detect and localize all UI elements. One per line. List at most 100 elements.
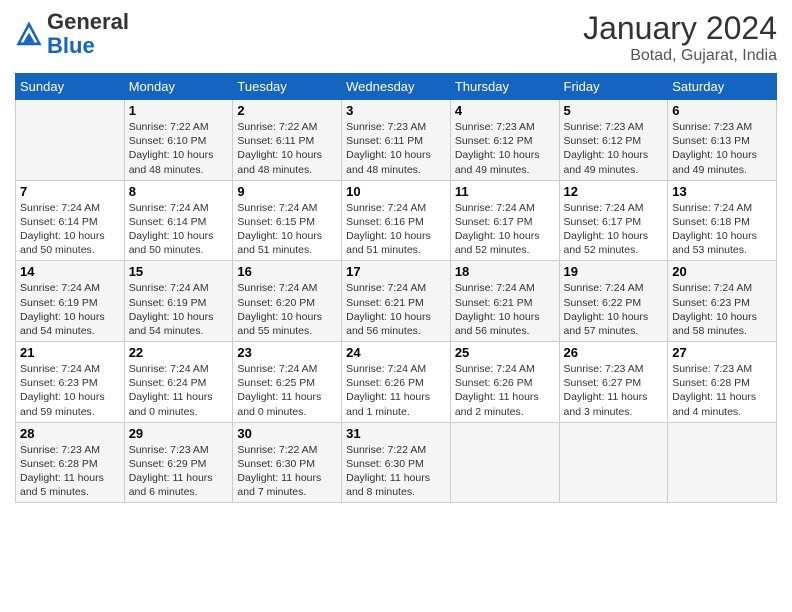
week-row-1: 1 Sunrise: 7:22 AMSunset: 6:10 PMDaylight… xyxy=(16,100,777,181)
day-info: Sunrise: 7:24 AMSunset: 6:14 PMDaylight:… xyxy=(129,201,229,258)
day-cell: 9Sunrise: 7:24 AMSunset: 6:15 PMDaylight… xyxy=(233,180,342,261)
day-info: Sunrise: 7:24 AMSunset: 6:14 PMDaylight:… xyxy=(20,201,120,258)
day-info: Sunrise: 7:24 AMSunset: 6:23 PMDaylight:… xyxy=(672,281,772,338)
day-info: Sunrise: 7:22 AMSunset: 6:30 PMDaylight:… xyxy=(346,443,446,500)
day-cell: 3 Sunrise: 7:23 AMSunset: 6:11 PMDaylight… xyxy=(342,100,451,181)
day-number: 5 xyxy=(564,103,664,118)
logo-text: General Blue xyxy=(47,10,129,58)
day-info: Sunrise: 7:24 AMSunset: 6:22 PMDaylight:… xyxy=(564,281,664,338)
day-number: 7 xyxy=(20,184,120,199)
page: General Blue January 2024 Botad, Gujarat… xyxy=(0,0,792,513)
day-cell: 6 Sunrise: 7:23 AMSunset: 6:13 PMDaylight… xyxy=(668,100,777,181)
day-info: Sunrise: 7:24 AMSunset: 6:25 PMDaylight:… xyxy=(237,362,337,419)
day-info: Sunrise: 7:22 AMSunset: 6:10 PMDaylight:… xyxy=(129,120,229,177)
day-cell: 17Sunrise: 7:24 AMSunset: 6:21 PMDayligh… xyxy=(342,261,451,342)
day-cell: 14 Sunrise: 7:24 AMSunset: 6:19 PMDayligh… xyxy=(16,261,125,342)
day-info: Sunrise: 7:24 AMSunset: 6:21 PMDaylight:… xyxy=(455,281,555,338)
day-cell: 19 Sunrise: 7:24 AMSunset: 6:22 PMDayligh… xyxy=(559,261,668,342)
day-number: 1 xyxy=(129,103,229,118)
day-number: 28 xyxy=(20,426,120,441)
day-info: Sunrise: 7:23 AMSunset: 6:29 PMDaylight:… xyxy=(129,443,229,500)
day-info: Sunrise: 7:23 AMSunset: 6:13 PMDaylight:… xyxy=(672,120,772,177)
day-number: 31 xyxy=(346,426,446,441)
day-number: 20 xyxy=(672,264,772,279)
day-cell: 1 Sunrise: 7:22 AMSunset: 6:10 PMDaylight… xyxy=(124,100,233,181)
title-block: January 2024 Botad, Gujarat, India xyxy=(583,10,777,65)
day-number: 26 xyxy=(564,345,664,360)
col-header-thursday: Thursday xyxy=(450,74,559,100)
day-number: 12 xyxy=(564,184,664,199)
day-info: Sunrise: 7:24 AMSunset: 6:19 PMDaylight:… xyxy=(129,281,229,338)
week-row-5: 28Sunrise: 7:23 AMSunset: 6:28 PMDayligh… xyxy=(16,422,777,503)
day-number: 29 xyxy=(129,426,229,441)
day-info: Sunrise: 7:23 AMSunset: 6:28 PMDaylight:… xyxy=(672,362,772,419)
day-info: Sunrise: 7:23 AMSunset: 6:11 PMDaylight:… xyxy=(346,120,446,177)
header: General Blue January 2024 Botad, Gujarat… xyxy=(15,10,777,65)
day-cell: 30Sunrise: 7:22 AMSunset: 6:30 PMDayligh… xyxy=(233,422,342,503)
day-cell: 26 Sunrise: 7:23 AMSunset: 6:27 PMDayligh… xyxy=(559,342,668,423)
day-cell: 8 Sunrise: 7:24 AMSunset: 6:14 PMDaylight… xyxy=(124,180,233,261)
day-info: Sunrise: 7:23 AMSunset: 6:12 PMDaylight:… xyxy=(455,120,555,177)
col-header-saturday: Saturday xyxy=(668,74,777,100)
location: Botad, Gujarat, India xyxy=(583,47,777,65)
calendar: SundayMondayTuesdayWednesdayThursdayFrid… xyxy=(15,73,777,503)
day-number: 3 xyxy=(346,103,446,118)
day-cell: 13Sunrise: 7:24 AMSunset: 6:18 PMDayligh… xyxy=(668,180,777,261)
day-number: 27 xyxy=(672,345,772,360)
day-number: 15 xyxy=(129,264,229,279)
day-number: 14 xyxy=(20,264,120,279)
day-cell: 25Sunrise: 7:24 AMSunset: 6:26 PMDayligh… xyxy=(450,342,559,423)
day-info: Sunrise: 7:24 AMSunset: 6:26 PMDaylight:… xyxy=(346,362,446,419)
day-number: 9 xyxy=(237,184,337,199)
day-cell: 24 Sunrise: 7:24 AMSunset: 6:26 PMDayligh… xyxy=(342,342,451,423)
day-cell: 23 Sunrise: 7:24 AMSunset: 6:25 PMDayligh… xyxy=(233,342,342,423)
day-number: 10 xyxy=(346,184,446,199)
day-cell xyxy=(450,422,559,503)
day-number: 18 xyxy=(455,264,555,279)
day-info: Sunrise: 7:22 AMSunset: 6:30 PMDaylight:… xyxy=(237,443,337,500)
day-info: Sunrise: 7:24 AMSunset: 6:24 PMDaylight:… xyxy=(129,362,229,419)
day-number: 11 xyxy=(455,184,555,199)
day-number: 21 xyxy=(20,345,120,360)
logo-icon xyxy=(15,20,43,48)
day-cell: 28Sunrise: 7:23 AMSunset: 6:28 PMDayligh… xyxy=(16,422,125,503)
day-cell: 16 Sunrise: 7:24 AMSunset: 6:20 PMDayligh… xyxy=(233,261,342,342)
day-cell: 27 Sunrise: 7:23 AMSunset: 6:28 PMDayligh… xyxy=(668,342,777,423)
header-row: SundayMondayTuesdayWednesdayThursdayFrid… xyxy=(16,74,777,100)
day-cell: 22Sunrise: 7:24 AMSunset: 6:24 PMDayligh… xyxy=(124,342,233,423)
day-info: Sunrise: 7:23 AMSunset: 6:12 PMDaylight:… xyxy=(564,120,664,177)
day-cell: 11 Sunrise: 7:24 AMSunset: 6:17 PMDayligh… xyxy=(450,180,559,261)
day-info: Sunrise: 7:24 AMSunset: 6:16 PMDaylight:… xyxy=(346,201,446,258)
calendar-header: SundayMondayTuesdayWednesdayThursdayFrid… xyxy=(16,74,777,100)
calendar-body: 1 Sunrise: 7:22 AMSunset: 6:10 PMDaylight… xyxy=(16,100,777,503)
day-cell xyxy=(559,422,668,503)
day-number: 6 xyxy=(672,103,772,118)
day-cell: 29 Sunrise: 7:23 AMSunset: 6:29 PMDayligh… xyxy=(124,422,233,503)
day-info: Sunrise: 7:24 AMSunset: 6:17 PMDaylight:… xyxy=(455,201,555,258)
day-info: Sunrise: 7:22 AMSunset: 6:11 PMDaylight:… xyxy=(237,120,337,177)
day-info: Sunrise: 7:23 AMSunset: 6:27 PMDaylight:… xyxy=(564,362,664,419)
day-cell: 2Sunrise: 7:22 AMSunset: 6:11 PMDaylight… xyxy=(233,100,342,181)
day-number: 13 xyxy=(672,184,772,199)
logo: General Blue xyxy=(15,10,129,58)
day-info: Sunrise: 7:24 AMSunset: 6:23 PMDaylight:… xyxy=(20,362,120,419)
logo-general-text: General xyxy=(47,9,129,34)
day-number: 4 xyxy=(455,103,555,118)
day-info: Sunrise: 7:24 AMSunset: 6:20 PMDaylight:… xyxy=(237,281,337,338)
day-cell: 5 Sunrise: 7:23 AMSunset: 6:12 PMDaylight… xyxy=(559,100,668,181)
week-row-4: 21 Sunrise: 7:24 AMSunset: 6:23 PMDayligh… xyxy=(16,342,777,423)
day-number: 25 xyxy=(455,345,555,360)
col-header-sunday: Sunday xyxy=(16,74,125,100)
day-info: Sunrise: 7:24 AMSunset: 6:21 PMDaylight:… xyxy=(346,281,446,338)
day-number: 8 xyxy=(129,184,229,199)
day-info: Sunrise: 7:24 AMSunset: 6:19 PMDaylight:… xyxy=(20,281,120,338)
day-cell: 21 Sunrise: 7:24 AMSunset: 6:23 PMDayligh… xyxy=(16,342,125,423)
day-number: 16 xyxy=(237,264,337,279)
day-number: 23 xyxy=(237,345,337,360)
day-cell: 20 Sunrise: 7:24 AMSunset: 6:23 PMDayligh… xyxy=(668,261,777,342)
day-cell: 4 Sunrise: 7:23 AMSunset: 6:12 PMDaylight… xyxy=(450,100,559,181)
day-number: 24 xyxy=(346,345,446,360)
day-number: 19 xyxy=(564,264,664,279)
day-cell: 10 Sunrise: 7:24 AMSunset: 6:16 PMDayligh… xyxy=(342,180,451,261)
col-header-tuesday: Tuesday xyxy=(233,74,342,100)
